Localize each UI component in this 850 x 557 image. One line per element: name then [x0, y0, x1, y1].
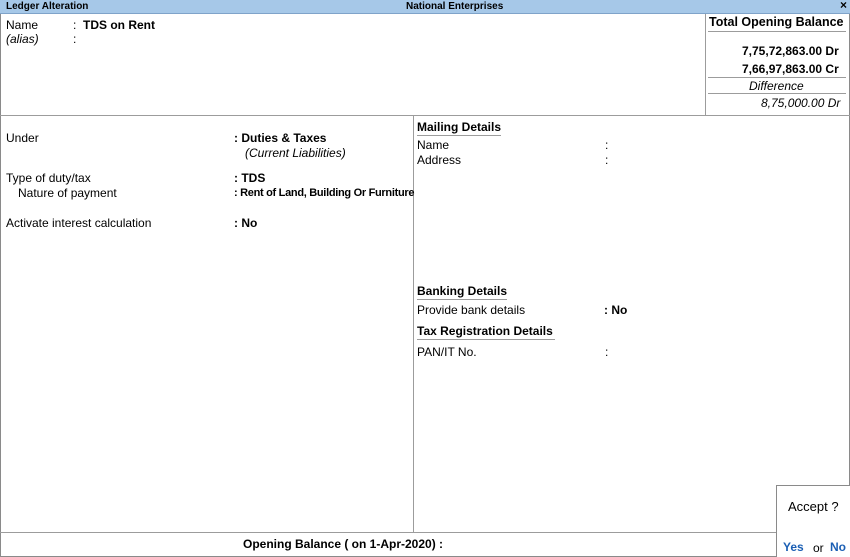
- no-button[interactable]: No: [830, 540, 846, 554]
- interest-calc-field[interactable]: : No: [234, 216, 257, 230]
- interest-calc-label: Activate interest calculation: [6, 216, 152, 230]
- footer-divider: [0, 532, 850, 533]
- alias-label: (alias): [6, 32, 39, 46]
- balance-credit-underline: [708, 77, 846, 78]
- banking-details-heading: Banking Details: [417, 284, 508, 300]
- nature-of-payment-field[interactable]: : Rent of Land, Building Or Furniture: [234, 187, 414, 199]
- balance-title-underline: [708, 31, 846, 32]
- pan-label: PAN/IT No.: [417, 345, 477, 359]
- total-opening-balance-title: Total Opening Balance: [709, 15, 844, 29]
- under-group-parent: (Current Liabilities): [245, 146, 346, 160]
- total-debit: 7,75,72,863.00 Dr: [742, 44, 839, 58]
- duty-type-label: Type of duty/tax: [6, 171, 91, 185]
- mailing-address-field[interactable]: :: [605, 153, 608, 167]
- alias-colon: :: [73, 32, 77, 46]
- mailing-details-heading: Mailing Details: [417, 120, 502, 136]
- mailing-name-field[interactable]: :: [605, 138, 608, 152]
- difference-value: 8,75,000.00 Dr: [761, 96, 841, 110]
- nature-of-payment-label: Nature of payment: [18, 186, 117, 200]
- duty-type-field[interactable]: : TDS: [234, 171, 265, 185]
- accept-dialog: Accept ? Yes or No: [776, 485, 850, 557]
- close-icon[interactable]: ×: [840, 0, 847, 12]
- name-colon: :: [73, 18, 77, 32]
- balance-panel-divider: [705, 14, 706, 115]
- name-label: Name: [6, 18, 39, 32]
- title-bar: Ledger Alteration National Enterprises ×: [0, 0, 850, 14]
- tax-registration-heading: Tax Registration Details: [417, 324, 555, 340]
- total-credit: 7,66,97,863.00 Cr: [742, 62, 839, 76]
- company-name: National Enterprises: [406, 1, 504, 12]
- provide-bank-details-field[interactable]: : No: [604, 303, 627, 317]
- column-divider: [413, 116, 414, 532]
- difference-underline: [708, 93, 846, 94]
- provide-bank-details-label: Provide bank details: [417, 303, 526, 317]
- mailing-name-label: Name: [417, 138, 450, 152]
- yes-button[interactable]: Yes: [783, 540, 804, 554]
- pan-field[interactable]: :: [605, 345, 608, 359]
- mailing-address-label: Address: [417, 153, 462, 167]
- opening-balance-field[interactable]: Opening Balance ( on 1-Apr-2020) :: [243, 537, 443, 551]
- under-label: Under: [6, 131, 39, 145]
- accept-question: Accept ?: [788, 499, 839, 514]
- or-text: or: [813, 541, 824, 555]
- name-field[interactable]: TDS on Rent: [83, 18, 155, 32]
- difference-label: Difference: [749, 79, 804, 93]
- under-field[interactable]: : Duties & Taxes: [234, 131, 326, 145]
- header-divider: [0, 115, 850, 116]
- window-title: Ledger Alteration: [6, 1, 89, 12]
